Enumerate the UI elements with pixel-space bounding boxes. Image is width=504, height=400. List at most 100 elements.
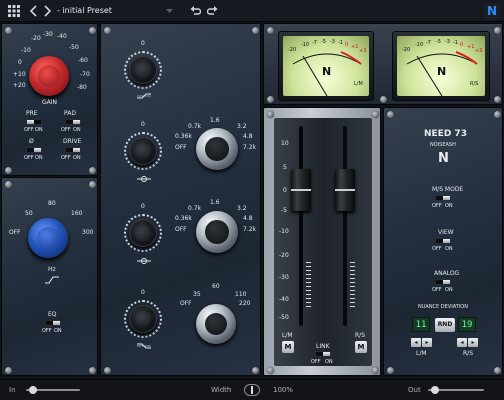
screw-icon bbox=[372, 111, 379, 118]
eq-zero-label: 0 bbox=[141, 289, 145, 296]
gain-scale-label: -60 bbox=[78, 57, 88, 64]
screw-icon bbox=[387, 111, 394, 118]
fader-scale-label: -30 bbox=[279, 274, 289, 281]
grid-menu-icon[interactable] bbox=[8, 5, 20, 17]
pad-switch[interactable] bbox=[65, 119, 81, 125]
input-slider-thumb[interactable] bbox=[29, 386, 37, 394]
eq-zero-label: 0 bbox=[141, 40, 145, 47]
app-logo-text: N bbox=[487, 4, 498, 18]
screw-icon bbox=[89, 27, 96, 34]
vu-scale-label: -1 bbox=[453, 40, 458, 46]
screw-icon bbox=[89, 181, 96, 188]
vu-scale-label: -7 bbox=[312, 40, 317, 46]
output-slider-thumb[interactable] bbox=[431, 386, 439, 394]
pre-switch[interactable] bbox=[26, 119, 42, 125]
top-bar: - initial Preset N bbox=[0, 0, 504, 22]
vu-scale-label: -5 bbox=[436, 39, 441, 45]
gain-scale-label: -80 bbox=[77, 84, 87, 91]
vu-scale-label: +1 bbox=[467, 44, 475, 50]
screw-icon bbox=[372, 367, 379, 374]
freq-label: 1.6 bbox=[210, 117, 220, 124]
mute-left-button[interactable]: M bbox=[282, 341, 294, 353]
eq-panel: 0 0 1.6 0.7k 3.2 0.36k 4.8 OFF 7.2k 0 1.… bbox=[100, 23, 261, 376]
phase-switch[interactable] bbox=[26, 147, 42, 153]
screw-icon bbox=[5, 367, 12, 374]
eq-high-freq-knob[interactable] bbox=[196, 128, 238, 170]
nuance-label: NUANCE DEVIATION bbox=[418, 304, 468, 310]
eq-mid-gain-knob[interactable] bbox=[129, 219, 157, 247]
model-name: NEED 73 bbox=[424, 129, 467, 139]
mute-right-button[interactable]: M bbox=[355, 341, 367, 353]
freq-label: 3.2 bbox=[237, 205, 247, 212]
width-knob[interactable] bbox=[244, 384, 260, 396]
previous-preset-icon[interactable] bbox=[29, 5, 39, 17]
gain-scale-label: -40 bbox=[57, 33, 67, 40]
vu-scale-label: -20 bbox=[402, 47, 411, 53]
redo-icon[interactable] bbox=[207, 5, 218, 16]
eq-zero-label: 0 bbox=[141, 203, 145, 210]
vu-scale-label: -10 bbox=[415, 42, 424, 48]
nuance-left-display: 11 bbox=[412, 317, 430, 332]
link-switch[interactable] bbox=[315, 351, 331, 357]
fader-scale-label: -5 bbox=[281, 207, 287, 214]
plugin-window: - initial Preset N -30 -20 -10 0 +10 +20… bbox=[0, 0, 504, 400]
undo-icon[interactable] bbox=[190, 5, 201, 16]
off-label: OFF bbox=[24, 127, 34, 133]
hpf-scale-label: 300 bbox=[82, 229, 94, 236]
vu-scale-label: +1 bbox=[351, 44, 359, 50]
eq-highmid-gain-knob[interactable] bbox=[129, 137, 157, 165]
preset-selector[interactable]: - initial Preset bbox=[56, 3, 176, 19]
eq-low-gain-knob[interactable] bbox=[129, 305, 157, 333]
gain-knob[interactable] bbox=[29, 56, 69, 96]
random-button[interactable]: RND bbox=[435, 318, 455, 332]
preset-name: - initial Preset bbox=[57, 6, 112, 15]
vu-scale-label: 0 bbox=[460, 42, 464, 48]
fader-right-label: R/S bbox=[355, 332, 365, 339]
hpf-scale-label: OFF bbox=[9, 229, 21, 236]
vu-scale-label: 0 bbox=[345, 42, 349, 48]
next-preset-icon[interactable] bbox=[42, 5, 52, 17]
eq-mid-freq-knob[interactable] bbox=[196, 211, 238, 253]
pad-label: PAD bbox=[64, 110, 76, 117]
bottom-bar: In Width 100% Out bbox=[0, 379, 504, 400]
freq-label: 0.7k bbox=[188, 123, 202, 130]
on-label: ON bbox=[325, 359, 333, 365]
vu-scale-label: -1 bbox=[338, 40, 343, 46]
eq-switch[interactable] bbox=[45, 320, 61, 326]
drive-label: DRIVE bbox=[63, 138, 82, 145]
vu-scale-label: -7 bbox=[426, 40, 431, 46]
meters-panel: -20 -10 -7 -5 -3 -1 0 +1 +3 N L/M -20 -1… bbox=[263, 23, 503, 105]
analog-switch[interactable] bbox=[435, 279, 451, 285]
nuance-right-display: 19 bbox=[458, 317, 476, 332]
fader-scale-label: -50 bbox=[279, 314, 289, 321]
gain-scale-label: +20 bbox=[13, 82, 26, 89]
off-label: OFF bbox=[24, 155, 34, 161]
nuance-left-increment[interactable]: ▸ bbox=[422, 338, 432, 347]
ms-mode-switch[interactable] bbox=[435, 195, 451, 201]
eq-high-gain-knob[interactable] bbox=[129, 56, 157, 84]
off-label: OFF bbox=[61, 155, 71, 161]
input-label: In bbox=[9, 386, 16, 394]
off-label: OFF bbox=[432, 246, 442, 252]
nuance-right-decrement[interactable]: ◂ bbox=[457, 338, 467, 347]
lm-label: L/M bbox=[416, 350, 427, 357]
fader-scale-label: 0 bbox=[283, 187, 287, 194]
fader-right-handle[interactable] bbox=[335, 169, 355, 211]
nuance-left-decrement[interactable]: ◂ bbox=[411, 338, 421, 347]
fader-left-handle[interactable] bbox=[291, 169, 311, 211]
gain-scale-label: -30 bbox=[43, 31, 53, 38]
drive-switch[interactable] bbox=[65, 147, 81, 153]
screw-icon bbox=[387, 367, 394, 374]
fader-scale-label: 5 bbox=[283, 164, 287, 171]
eq-low-freq-knob[interactable] bbox=[196, 304, 236, 344]
view-switch[interactable] bbox=[435, 238, 451, 244]
hpf-knob[interactable] bbox=[28, 218, 68, 258]
freq-label: 220 bbox=[239, 300, 251, 307]
vu-scale-label: -3 bbox=[330, 39, 335, 45]
nuance-right-increment[interactable]: ▸ bbox=[468, 338, 478, 347]
screw-icon bbox=[494, 96, 501, 103]
fader-scale-label: -20 bbox=[279, 252, 289, 259]
on-label: ON bbox=[54, 328, 62, 334]
screw-icon bbox=[494, 367, 501, 374]
vu-meter-left: -20 -10 -7 -5 -3 -1 0 +1 +3 N L/M bbox=[278, 31, 374, 101]
